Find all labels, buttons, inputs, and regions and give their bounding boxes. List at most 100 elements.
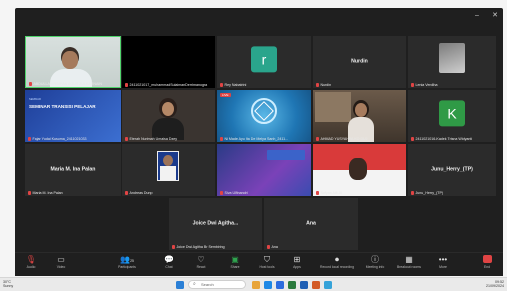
video-tile-15[interactable]: Junu_Herry_(TP) Junu_Herry_(TP): [408, 144, 496, 196]
video-tile-2[interactable]: 2411021017_muhammadSulaimanDerrimanogra: [122, 36, 215, 88]
mic-off-icon: 🎙: [25, 255, 37, 264]
participant-name: Joice Dwi Agitha Br Sembiring: [172, 245, 225, 249]
meeting-info-button[interactable]: ⓘ Meeting info: [361, 255, 389, 269]
mic-muted-icon: [125, 83, 128, 87]
search-icon: ⌕: [193, 281, 196, 287]
banner-title: SEMINAR TRANSISI PELAJAR: [29, 104, 96, 109]
mic-muted-icon: [220, 83, 223, 87]
mic-muted-icon: [411, 191, 414, 195]
apps-icon: ⊞: [293, 255, 301, 264]
participant-name: 2411021016-Kadek Trisna Widyanti: [411, 137, 472, 141]
mic-muted-icon: [220, 191, 223, 195]
video-tile-17[interactable]: Ana Ana: [264, 198, 358, 250]
mic-muted-icon: [29, 82, 32, 86]
share-button[interactable]: ▣ Share: [221, 255, 249, 269]
mic-muted-icon: [125, 191, 128, 195]
participant-name: Ana: [267, 245, 278, 249]
avatar: K: [439, 100, 465, 127]
participant-display-name: Maria M. Ina Palan: [50, 166, 96, 173]
profile-photo: [439, 43, 465, 73]
video-tile-13[interactable]: Siva Ulfinandri: [217, 144, 311, 196]
mic-muted-icon: [316, 191, 319, 195]
participant-display-name: Junu_Herry_(TP): [431, 166, 473, 173]
video-tile-8[interactable]: LIVE Ni Made Ayu Ita De Melya Sanh_2411.…: [217, 90, 311, 142]
taskbar-app-icon[interactable]: [264, 281, 272, 289]
participant-name: Ni Made Ayu Ita De Melya Sanh_2411...: [220, 137, 288, 141]
video-tile-7[interactable]: Eterah Nurimah Umaisa Dzey: [122, 90, 215, 142]
participant-name: Rey Nabatrini: [220, 83, 246, 87]
participant-name: 2411021017_muhammadSulaimanDerrimanogra: [125, 83, 207, 87]
video-tile-3[interactable]: r Rey Nabatrini: [217, 36, 311, 88]
video-tile-6[interactable]: SEMINAR SEMINAR TRANSISI PELAJAR Fajar Y…: [25, 90, 121, 142]
taskbar-app-icon[interactable]: [288, 281, 296, 289]
participant-name: Nurdin: [316, 83, 331, 87]
video-tile-4[interactable]: Nurdin Nurdin: [313, 36, 406, 88]
video-tile-5[interactable]: Lenia Verdiha: [408, 36, 496, 88]
taskbar-app-icon[interactable]: [312, 281, 320, 289]
weather-widget[interactable]: 30°C Sunny: [3, 280, 13, 288]
zoom-meeting-window: – ✕ ABDULLAH RIMPAN AGUS ZULKARNAIN 2411…: [15, 8, 503, 276]
video-tile-9[interactable]: AHMAD YUSYAHYA KO DUJ: [313, 90, 406, 142]
chat-button[interactable]: 💬 Chat: [155, 255, 183, 269]
end-button[interactable]: End: [473, 255, 501, 269]
info-icon: ⓘ: [371, 255, 379, 264]
participant-display-name: Joice Dwi Agitha...: [192, 220, 239, 227]
participant-name: Maria M. Ina Palan: [28, 191, 63, 195]
close-icon[interactable]: ✕: [491, 12, 499, 20]
participants-button[interactable]: 👥25 Participants: [113, 255, 141, 269]
mic-muted-icon: [172, 245, 175, 249]
start-icon[interactable]: [176, 281, 184, 289]
end-call-icon: [473, 255, 501, 265]
host-tools-button[interactable]: ⛉ Host tools: [253, 255, 281, 269]
participants-icon: 👥25: [120, 255, 134, 264]
participant-name: ABDULLAH RIMPAN AGUS ZULKARNAIN: [29, 82, 102, 86]
mic-muted-icon: [28, 191, 31, 195]
shield-icon: ⛉: [264, 255, 270, 264]
audio-button[interactable]: 🎙 Audio: [17, 255, 45, 269]
participant-display-name: Ana: [306, 220, 316, 227]
mic-muted-icon: [267, 245, 270, 249]
record-button[interactable]: ⏺ Record local recording: [317, 255, 357, 269]
banner-subtitle: SEMINAR: [29, 98, 41, 101]
video-tile-1[interactable]: ABDULLAH RIMPAN AGUS ZULKARNAIN: [25, 36, 121, 88]
os-taskbar: 30°C Sunny ⌕ Search 09:52 21/09/2024: [0, 277, 507, 291]
avatar: r: [251, 46, 277, 73]
video-tile-16[interactable]: Joice Dwi Agitha... Joice Dwi Agitha Br …: [169, 198, 262, 250]
more-icon: •••: [438, 255, 448, 264]
system-clock[interactable]: 09:52 21/09/2024: [486, 280, 504, 288]
mic-muted-icon: [411, 83, 414, 87]
mic-muted-icon: [125, 137, 128, 141]
taskbar-search[interactable]: ⌕ Search: [188, 280, 246, 289]
breakout-rooms-button[interactable]: ▦ Breakout rooms: [395, 255, 423, 269]
share-screen-icon: ▣: [231, 255, 239, 264]
participant-name: Andreas Dunp: [125, 191, 152, 195]
mic-muted-icon: [28, 137, 31, 141]
participant-video: [26, 37, 120, 87]
video-tile-10[interactable]: K 2411021016-Kadek Trisna Widyanti: [408, 90, 496, 142]
participant-name: Siva Ulfinandri: [220, 191, 248, 195]
participant-name: Sofyan Alfi Jil: [316, 191, 342, 195]
title-bar: – ✕: [15, 8, 503, 26]
meeting-toolbar: 🎙 Audio ▭ Video 👥25 Participants 💬 Chat …: [15, 252, 503, 276]
record-icon: ⏺: [335, 255, 339, 264]
mic-muted-icon: [411, 137, 414, 141]
participant-name: AHMAD YUSYAHYA KO DUJ: [316, 137, 367, 141]
taskbar-app-icon[interactable]: [252, 281, 260, 289]
video-button[interactable]: ▭ Video: [47, 255, 75, 269]
video-tile-11[interactable]: Maria M. Ina Palan Maria M. Ina Palan: [25, 144, 121, 196]
taskbar-app-icon[interactable]: [300, 281, 308, 289]
minimize-icon[interactable]: –: [473, 12, 481, 20]
zoom-taskbar-icon[interactable]: [276, 281, 284, 289]
more-button[interactable]: ••• More: [429, 255, 457, 269]
video-tile-14[interactable]: Sofyan Alfi Jil: [313, 144, 406, 196]
apps-button[interactable]: ⊞ Apps: [283, 255, 311, 269]
breakout-icon: ▦: [405, 255, 413, 264]
video-tile-12[interactable]: Andreas Dunp: [122, 144, 215, 196]
participant-name: Eterah Nurimah Umaisa Dzey: [125, 137, 177, 141]
mic-muted-icon: [316, 83, 319, 87]
react-button[interactable]: ♡ React: [187, 255, 215, 269]
live-badge: LIVE: [220, 93, 231, 97]
heart-icon: ♡: [197, 255, 205, 264]
camera-icon: ▭: [57, 255, 65, 264]
taskbar-app-icon[interactable]: [324, 281, 332, 289]
